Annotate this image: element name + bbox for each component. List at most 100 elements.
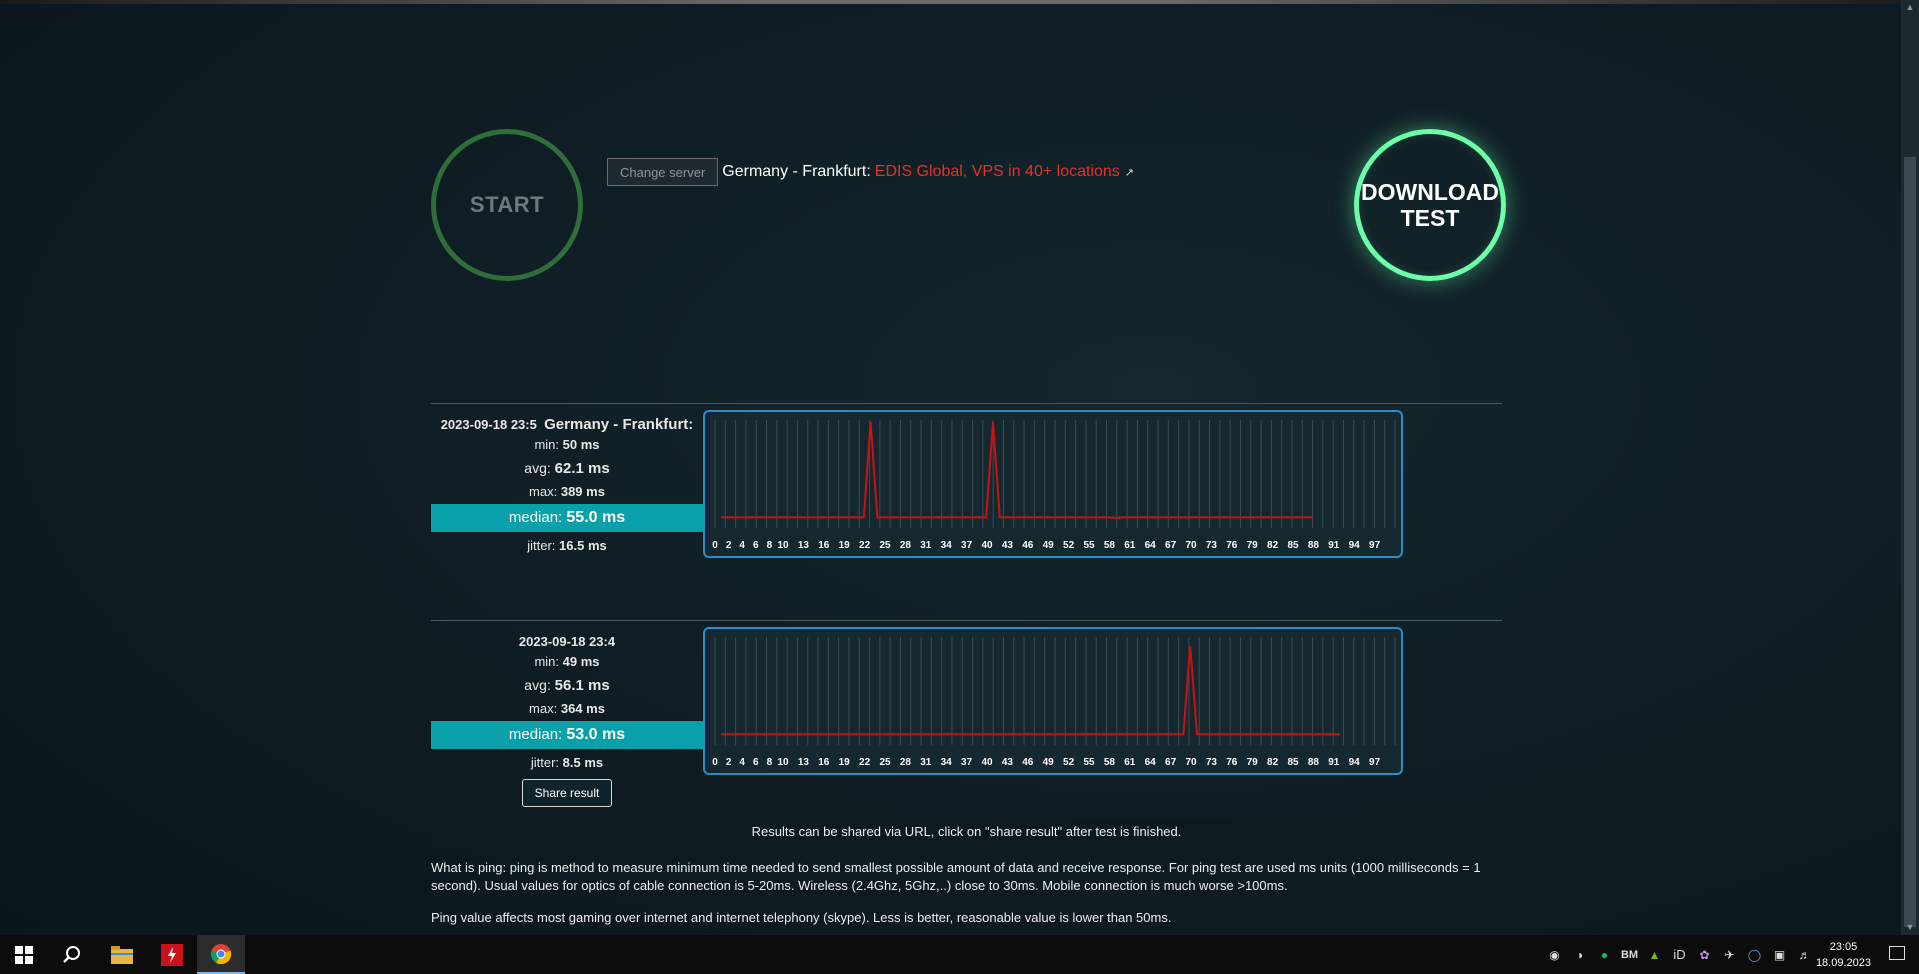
page-scrollbar[interactable]: ▲ ▼ [1901,0,1919,935]
x-tick-label: 70 [1185,757,1197,768]
x-tick-label: 19 [839,757,851,768]
x-tick-label: 52 [1063,540,1075,551]
x-tick-label: 6 [753,540,759,551]
x-tick-label: 8 [767,757,773,768]
x-tick-label: 13 [798,757,810,768]
windows-start-icon[interactable] [0,935,48,974]
airplane-icon[interactable]: ✈ [1717,948,1742,962]
x-tick-label: 67 [1165,540,1177,551]
stat-max: max: 389 ms [431,482,703,502]
tray-label-id[interactable]: iD [1667,947,1692,962]
scroll-down-icon[interactable]: ▼ [1905,922,1915,932]
clock-time: 23:05 [1829,941,1858,953]
x-tick-label: 55 [1083,540,1095,551]
x-tick-label: 10 [777,540,789,551]
ping-chart-svg-2: 0 2 4 6 8 10 13 16 19 22 25 28 31 34 37 40 43 46 49 52 55 58 6… [712,637,1396,768]
download-test-button[interactable]: DOWNLOAD TEST [1354,129,1506,281]
ping-series-line [721,646,1340,736]
x-tick-label: 73 [1206,757,1218,768]
x-tick-label: 22 [859,540,871,551]
x-tick-label: 70 [1185,540,1197,551]
spotify-icon[interactable]: ● [1592,948,1617,962]
stat-avg: avg: 62.1 ms [431,455,703,482]
stat-avg-label: avg: [524,460,551,476]
nvidia-icon[interactable]: ▲ [1642,948,1667,962]
x-tick-label: 0 [712,540,718,551]
tray-label-bm[interactable]: BM [1617,949,1642,961]
stat-jitter: jitter: 8.5 ms [431,753,703,773]
download-label-line2: TEST [1400,205,1460,231]
change-server-button[interactable]: Change server [607,158,719,186]
x-tick-label: 85 [1287,540,1299,551]
external-link-icon[interactable]: ↗ [1125,166,1134,179]
stat-median-value: 55.0 ms [566,509,626,526]
x-tick-label: 55 [1083,757,1095,768]
file-explorer-icon[interactable] [98,935,146,974]
x-tick-label: 52 [1063,757,1075,768]
share-notice: Results can be shared via URL, click on … [431,818,1502,846]
discord-icon[interactable]: ◉ [1542,948,1567,962]
scrollbar-thumb[interactable] [1904,157,1916,927]
x-tick-label: 22 [859,757,871,768]
windows-taskbar: ◉ ◑ ● BM ▲ iD ✿ ✈ ◯ ▣ ♬ 23:05 18.09.2023 [0,935,1919,974]
result-stats-2: 2023-09-18 23:4 min: 49 ms avg: 56.1 ms … [431,621,703,807]
search-icon[interactable] [48,935,96,974]
stat-jitter-value: 8.5 ms [562,755,604,770]
ping-advice: Ping value affects most gaming over inte… [431,910,1172,925]
app-bolt-icon[interactable] [148,935,196,974]
network-icon[interactable]: ▣ [1767,948,1792,962]
stat-median: median: 55.0 ms [431,504,703,532]
chrome-icon[interactable] [197,935,245,974]
ping-series-line [721,421,1313,520]
stat-median: median: 53.0 ms [431,721,703,749]
stat-avg-label: avg: [524,677,551,693]
x-tick-label: 94 [1349,757,1361,768]
download-label-line1: DOWNLOAD [1361,179,1499,205]
x-tick-label: 64 [1145,540,1157,551]
x-tick-label: 91 [1328,540,1340,551]
x-tick-label: 49 [1043,757,1055,768]
x-tick-label: 10 [777,757,789,768]
notification-icon[interactable] [1889,946,1905,960]
x-tick-label: 37 [961,757,973,768]
ping-explanation: What is ping: ping is method to measure … [431,860,1481,893]
x-tick-label: 6 [753,757,759,768]
x-tick-label: 2 [726,757,732,768]
volume-icon[interactable]: ♬ [1792,948,1817,962]
system-tray: ◉ ◑ ● BM ▲ iD ✿ ✈ ◯ ▣ ♬ [1542,935,1817,974]
x-tick-label: 91 [1328,757,1340,768]
stat-max-value: 389 ms [560,484,605,499]
x-tick-label: 25 [879,757,891,768]
share-result-button[interactable]: Share result [521,779,613,807]
x-tick-label: 79 [1247,540,1259,551]
x-tick-label: 46 [1022,540,1034,551]
x-tick-label: 88 [1308,757,1320,768]
x-tick-label: 19 [839,540,851,551]
x-tick-label: 13 [798,540,810,551]
stat-min-value: 50 ms [562,437,600,452]
clock-date: 18.09.2023 [1815,957,1871,969]
taskbar-clock[interactable]: 23:05 18.09.2023 [1816,939,1871,971]
x-tick-label: 16 [818,757,830,768]
x-tick-label: 46 [1022,757,1034,768]
x-tick-label: 61 [1124,540,1136,551]
stat-jitter-label: jitter: [530,755,560,770]
x-tick-label: 61 [1124,757,1136,768]
start-button[interactable]: START [431,129,583,281]
scroll-up-icon[interactable]: ▲ [1905,2,1915,12]
feather-icon[interactable]: ✿ [1692,948,1717,962]
circle-app-icon[interactable]: ◯ [1742,948,1767,962]
x-tick-label: 97 [1369,757,1381,768]
sponsor-link[interactable]: EDIS Global, VPS in 40+ locations [875,163,1120,181]
x-tick-label: 94 [1349,540,1361,551]
stat-min-label: min: [534,654,560,669]
stat-max-label: max: [529,701,558,716]
stat-median-value: 53.0 ms [566,726,626,743]
x-tick-label: 28 [900,540,912,551]
steam-icon[interactable]: ◑ [1567,948,1592,962]
stat-min: min: 50 ms [431,435,703,455]
stat-avg-value: 56.1 ms [554,677,610,694]
stat-jitter: jitter: 16.5 ms [431,536,703,556]
stat-avg: avg: 56.1 ms [431,672,703,699]
x-tick-label: 82 [1267,757,1279,768]
